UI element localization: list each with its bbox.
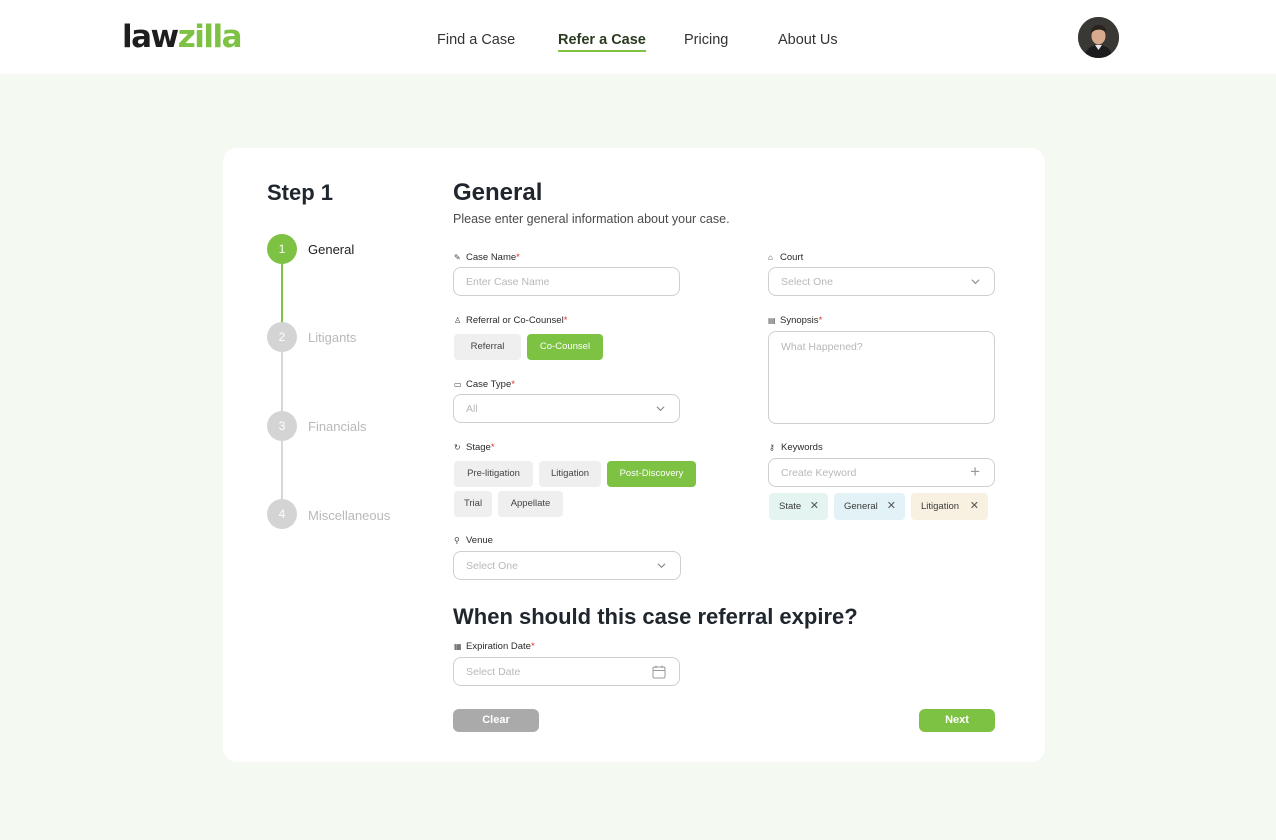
section-subtitle: Please enter general information about y… bbox=[453, 212, 730, 226]
refresh-icon: ↻ bbox=[454, 443, 461, 452]
calendar-icon[interactable] bbox=[652, 665, 666, 679]
venue-value: Select One bbox=[466, 560, 518, 572]
keyword-tag-general: General ✕ bbox=[834, 493, 905, 520]
stage-option-post-discovery[interactable]: Post-Discovery bbox=[607, 461, 696, 487]
expiration-heading: When should this case referral expire? bbox=[453, 604, 858, 629]
pencil-icon: ✎ bbox=[454, 253, 461, 262]
venue-label: ⚲ Venue bbox=[454, 535, 493, 546]
expiration-date-label: ▦ Expiration Date* bbox=[454, 641, 535, 652]
keyword-tag-litigation: Litigation ✕ bbox=[911, 493, 988, 520]
court-value: Select One bbox=[781, 276, 833, 288]
keyword-input[interactable]: Create Keyword + bbox=[768, 458, 995, 487]
logo-text-zilla: zilla bbox=[177, 19, 243, 55]
synopsis-textarea[interactable]: What Happened? bbox=[768, 331, 995, 424]
step-label-financials[interactable]: Financials bbox=[308, 419, 367, 434]
synopsis-placeholder: What Happened? bbox=[781, 341, 863, 353]
step-title: Step 1 bbox=[267, 180, 334, 205]
venue-select[interactable]: Select One bbox=[453, 551, 681, 580]
expiration-date-input[interactable]: Select Date bbox=[453, 657, 680, 686]
keyword-tag-label: General bbox=[844, 501, 878, 512]
step-number-4[interactable]: 4 bbox=[267, 499, 297, 529]
document-icon: ▤ bbox=[768, 316, 776, 325]
key-icon: ⚷ bbox=[769, 443, 775, 452]
step-number-1[interactable]: 1 bbox=[267, 234, 297, 264]
top-navbar: lawzilla Find a Case Refer a Case Pricin… bbox=[0, 0, 1276, 74]
step-connector bbox=[281, 440, 283, 499]
keywords-label: ⚷ Keywords bbox=[769, 442, 823, 453]
referral-label: ♙ Referral or Co-Counsel* bbox=[454, 315, 568, 326]
step-connector bbox=[281, 264, 283, 323]
stage-label: ↻ Stage* bbox=[454, 442, 495, 453]
step-number-3[interactable]: 3 bbox=[267, 411, 297, 441]
stage-option-appellate[interactable]: Appellate bbox=[498, 491, 563, 517]
case-name-input[interactable]: Enter Case Name bbox=[453, 267, 680, 296]
nav-find-a-case[interactable]: Find a Case bbox=[437, 31, 515, 49]
court-label: ⌂ Court bbox=[768, 252, 804, 263]
user-avatar[interactable] bbox=[1078, 17, 1119, 58]
case-type-value: All bbox=[466, 403, 478, 415]
stage-option-litigation[interactable]: Litigation bbox=[539, 461, 601, 487]
briefcase-icon: ▭ bbox=[454, 380, 462, 389]
step-connector bbox=[281, 351, 283, 411]
courthouse-icon: ⌂ bbox=[768, 253, 773, 262]
nav-refer-a-case[interactable]: Refer a Case bbox=[558, 31, 646, 52]
nav-about-us[interactable]: About Us bbox=[778, 31, 838, 49]
lawzilla-logo[interactable]: lawzilla bbox=[122, 19, 243, 55]
case-name-placeholder: Enter Case Name bbox=[466, 276, 550, 288]
clear-button[interactable]: Clear bbox=[453, 709, 539, 732]
chevron-down-icon bbox=[657, 563, 666, 569]
keyword-tag-label: Litigation bbox=[921, 501, 960, 512]
add-keyword-icon[interactable]: + bbox=[970, 462, 980, 482]
step-label-litigants[interactable]: Litigants bbox=[308, 330, 356, 345]
chevron-down-icon bbox=[656, 406, 665, 412]
case-type-label: ▭ Case Type* bbox=[454, 379, 515, 390]
user-avatar-icon bbox=[1078, 17, 1119, 58]
location-pin-icon: ⚲ bbox=[454, 536, 460, 545]
logo-text-law: law bbox=[122, 19, 179, 55]
next-button[interactable]: Next bbox=[919, 709, 995, 732]
keyword-placeholder: Create Keyword bbox=[781, 467, 857, 479]
case-type-select[interactable]: All bbox=[453, 394, 680, 423]
person-icon: ♙ bbox=[454, 316, 462, 325]
close-icon[interactable]: ✕ bbox=[970, 493, 979, 520]
court-select[interactable]: Select One bbox=[768, 267, 995, 296]
keyword-tag-label: State bbox=[779, 501, 802, 512]
case-name-label: ✎ Case Name* bbox=[454, 252, 520, 263]
stage-option-trial[interactable]: Trial bbox=[454, 491, 492, 517]
step-label-general[interactable]: General bbox=[308, 242, 354, 257]
close-icon[interactable]: ✕ bbox=[810, 493, 819, 520]
synopsis-label: ▤ Synopsis* bbox=[768, 315, 823, 326]
expiration-date-placeholder: Select Date bbox=[466, 666, 521, 678]
close-icon[interactable]: ✕ bbox=[887, 493, 896, 520]
calendar-small-icon: ▦ bbox=[454, 642, 462, 651]
nav-pricing[interactable]: Pricing bbox=[684, 31, 728, 49]
section-title: General bbox=[453, 179, 543, 206]
keyword-tag-state: State ✕ bbox=[769, 493, 828, 520]
step-label-miscellaneous[interactable]: Miscellaneous bbox=[308, 508, 390, 523]
stage-option-pre-litigation[interactable]: Pre-litigation bbox=[454, 461, 533, 487]
referral-option-co-counsel[interactable]: Co-Counsel bbox=[527, 334, 603, 360]
referral-option-referral[interactable]: Referral bbox=[454, 334, 521, 360]
step-number-2[interactable]: 2 bbox=[267, 322, 297, 352]
chevron-down-icon bbox=[971, 279, 980, 285]
